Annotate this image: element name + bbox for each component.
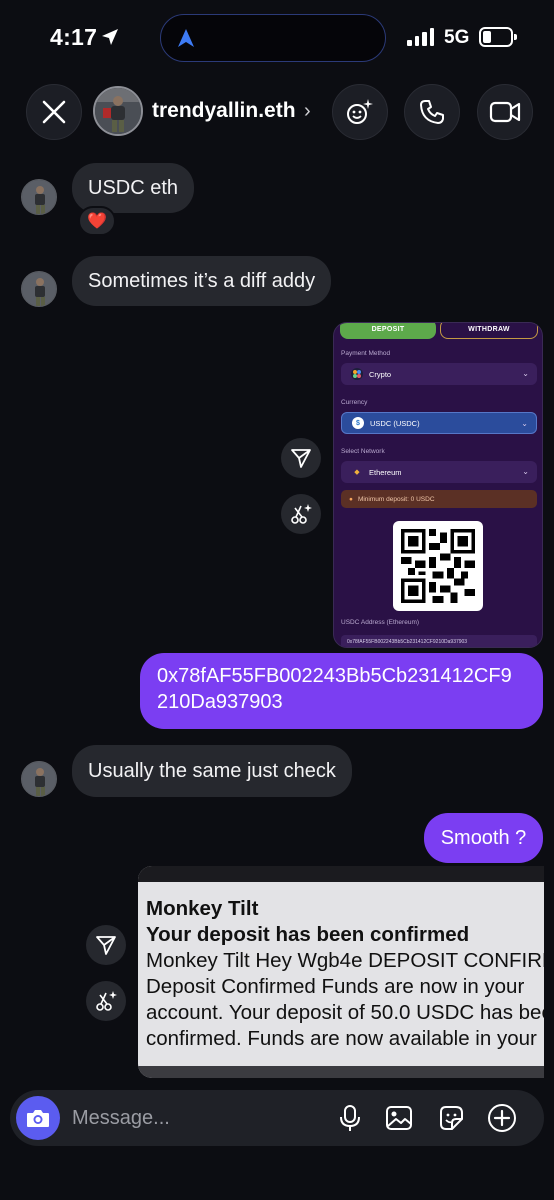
notification-title: Your deposit has been confirmed [146,923,470,946]
chevron-right-icon: › [304,100,311,122]
currency-value: USDC (USDC) [370,418,420,428]
send-icon [291,449,311,468]
qr-code [393,521,483,611]
payment-method-field: Crypto ⌄ [341,363,537,385]
contact-username[interactable]: trendyallin.eth [152,99,296,123]
network-field: ◆ Ethereum ⌄ [341,461,537,483]
message-bubble-outgoing[interactable]: 0x78fAF55FB002243Bb5Cb231412CF9 210Da937… [140,653,543,729]
minimum-deposit-text: Minimum deposit: 0 USDC [357,495,435,503]
sender-avatar[interactable] [21,761,57,797]
screenshot-bottom-bar [138,1066,544,1078]
notification-body-line: Deposit Confirmed Funds are now in your [146,975,525,998]
screenshot-top-bar [138,866,544,882]
send-icon [96,936,116,955]
ethereum-icon: ◆ [354,469,360,476]
message-composer [10,1090,544,1146]
share-button[interactable] [86,925,126,965]
minimum-deposit-notice: ● Minimum deposit: 0 USDC [341,490,537,508]
microphone-icon [340,1105,360,1131]
chat-header: trendyallin.eth › [0,84,554,140]
message-text: Smooth ? [440,826,527,849]
status-bar: 4:17 5G [0,0,554,72]
message-text: USDC eth [88,176,179,199]
sender-avatar[interactable] [21,271,57,307]
video-call-button[interactable] [477,84,533,140]
info-icon: ● [349,495,353,503]
location-arrow-icon [102,29,118,45]
address-label: USDC Address (Ethereum) [341,619,420,626]
navigation-arrow-icon [178,29,194,47]
profile-photo [22,272,56,306]
message-bubble-incoming[interactable]: Usually the same just check [72,745,352,797]
audio-call-button[interactable] [404,84,460,140]
chevron-down-icon: ⌄ [522,369,529,378]
notification-body-line: Monkey Tilt Hey Wgb4e DEPOSIT CONFIRMED [146,949,544,972]
heart-icon: ❤️ [87,213,107,230]
gallery-button[interactable] [383,1102,415,1134]
address-value: 0x78fAF55FB002243Bb5Cb231412CF9210Da9379… [347,639,468,645]
sticker-button[interactable] [435,1102,467,1134]
profile-photo [95,88,141,134]
crypto-icon [351,368,363,380]
camera-button[interactable] [16,1096,60,1140]
notification-body-line: confirmed. Funds are now available in yo… [146,1027,537,1050]
network-type: 5G [444,27,470,48]
chevron-down-icon: ⌄ [521,419,528,428]
sender-avatar[interactable] [21,179,57,215]
camera-icon [27,1110,49,1127]
sparkle-sticker-icon [347,99,373,124]
message-input[interactable] [72,1104,312,1132]
close-icon [42,100,66,124]
voice-button[interactable] [334,1102,366,1134]
network-value: Ethereum [369,467,402,477]
notification-app-name: Monkey Tilt [146,897,259,920]
deposit-tabs: DEPOSIT WITHDRAW [340,323,538,339]
qr-code-graphic [401,529,475,603]
scissors-sparkle-icon [291,504,312,524]
remix-button[interactable] [86,981,126,1021]
share-button[interactable] [281,438,321,478]
phone-icon [420,100,444,124]
message-text: Usually the same just check [88,759,336,782]
tab-deposit: DEPOSIT [340,323,436,339]
usdc-icon: $ [352,417,364,429]
effects-button[interactable] [332,84,388,140]
address-field: 0x78fAF55FB002243Bb5Cb231412CF9210Da9379… [341,635,537,647]
payment-method-label: Payment Method [341,350,391,357]
cellular-signal-icon [407,28,434,46]
currency-field: $ USDC (USDC) ⌄ [341,412,537,434]
more-button[interactable] [486,1102,518,1134]
network-label: Select Network [341,448,385,455]
message-bubble-incoming[interactable]: Sometimes it’s a diff addy [72,256,332,306]
message-bubble-outgoing[interactable]: Smooth ? [424,813,543,863]
heart-reaction[interactable]: ❤️ [78,206,116,236]
notification-body-line: account. Your deposit of 50.0 USDC has b… [146,1001,544,1024]
notification-text: Monkey Tilt Your deposit has been confir… [146,896,544,1052]
message-text-line1: 0x78fAF55FB002243Bb5Cb231412CF9 [157,665,512,687]
message-text: Sometimes it’s a diff addy [88,269,316,292]
deposit-screenshot-image[interactable]: DEPOSIT WITHDRAW Payment Method Crypto ⌄… [333,322,543,648]
remix-button[interactable] [281,494,321,534]
scissors-sparkle-icon [96,991,117,1011]
profile-photo [22,762,56,796]
battery-icon [479,27,517,47]
plus-circle-icon [488,1104,516,1132]
tab-withdraw: WITHDRAW [440,323,538,339]
sticker-icon [440,1106,463,1130]
payment-method-value: Crypto [369,369,392,379]
profile-photo [22,180,56,214]
chevron-down-icon: ⌄ [522,467,529,476]
notification-screenshot-image[interactable]: Monkey Tilt Your deposit has been confir… [138,866,544,1078]
dynamic-island[interactable] [160,14,386,62]
currency-label: Currency [341,399,368,406]
video-camera-icon [489,101,521,123]
contact-avatar[interactable] [93,86,143,136]
message-text-line2: 210Da937903 [157,691,283,713]
close-button[interactable] [26,84,82,140]
status-time: 4:17 [50,24,98,50]
image-icon [386,1106,412,1130]
